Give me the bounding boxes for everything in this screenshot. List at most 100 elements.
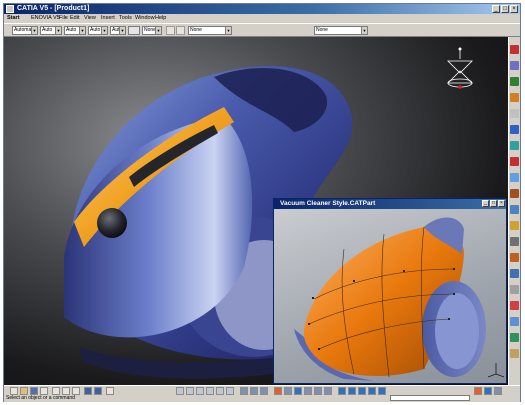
undo-icon[interactable] xyxy=(84,387,92,395)
open-icon[interactable] xyxy=(20,387,28,395)
chevron-down-icon: ▼ xyxy=(31,27,37,34)
view-icon[interactable] xyxy=(196,387,204,395)
view-icon[interactable] xyxy=(186,387,194,395)
chevron-down-icon: ▼ xyxy=(79,27,85,34)
zoom-out-icon[interactable] xyxy=(378,387,386,395)
maximize-icon[interactable]: □ xyxy=(501,5,509,13)
tool-icon[interactable] xyxy=(510,77,519,86)
swap-icon[interactable] xyxy=(484,387,492,395)
render-icon[interactable] xyxy=(304,387,312,395)
rotate-icon[interactable] xyxy=(358,387,366,395)
save-icon[interactable] xyxy=(30,387,38,395)
layer-combo[interactable]: None ▼ xyxy=(142,26,162,35)
color-combo[interactable]: Auto ▼ xyxy=(40,26,62,35)
properties-icon[interactable] xyxy=(176,26,185,35)
tool-icon[interactable] xyxy=(510,333,519,342)
render-icon[interactable] xyxy=(240,387,248,395)
chevron-down-icon: ▼ xyxy=(225,27,231,34)
subwindow-title-bar[interactable]: Vacuum Cleaner Style.CATPart _ □ × xyxy=(274,199,506,209)
zoom-in-icon[interactable] xyxy=(368,387,376,395)
render-icon[interactable] xyxy=(274,387,282,395)
part-subwindow: Vacuum Cleaner Style.CATPart _ □ × xyxy=(273,198,507,384)
workbench-toolbar xyxy=(508,37,520,385)
tool-icon[interactable] xyxy=(510,109,519,118)
hide-show-icon[interactable] xyxy=(474,387,482,395)
menu-start[interactable]: Start xyxy=(7,15,20,21)
properties-toolbar: Automat ▼ Auto ▼ Auto ▼ Auto ▼ Aut ▼ None ▼ No… xyxy=(4,23,520,37)
tool-icon[interactable] xyxy=(510,349,519,358)
render-icon[interactable] xyxy=(250,387,258,395)
chevron-down-icon: ▼ xyxy=(55,27,61,34)
pan-icon[interactable] xyxy=(348,387,356,395)
render-icon[interactable] xyxy=(314,387,322,395)
tool-icon[interactable] xyxy=(510,157,519,166)
fly-icon[interactable] xyxy=(338,387,346,395)
subwindow-close-icon[interactable]: × xyxy=(498,200,505,207)
menu-window[interactable]: Window xyxy=(135,15,155,21)
tool-icon[interactable] xyxy=(510,173,519,182)
linetype-combo[interactable]: Auto ▼ xyxy=(64,26,86,35)
render-icon[interactable] xyxy=(294,387,302,395)
view-icon[interactable] xyxy=(176,387,184,395)
menu-enovia[interactable]: ENOVIA V5 xyxy=(31,15,60,21)
minimize-icon[interactable]: _ xyxy=(492,5,500,13)
tool-icon[interactable] xyxy=(510,141,519,150)
tool-icon[interactable] xyxy=(510,61,519,70)
cut-icon[interactable] xyxy=(52,387,60,395)
command-input[interactable] xyxy=(390,395,470,401)
tool-icon[interactable] xyxy=(510,189,519,198)
thickness-combo[interactable]: Auto ▼ xyxy=(88,26,108,35)
close-icon[interactable]: × xyxy=(510,5,518,13)
menu-bar: Start ENOVIA V5 File Edit View Insert To… xyxy=(4,14,520,23)
view-icon[interactable] xyxy=(216,387,224,395)
tool-icon[interactable] xyxy=(510,125,519,134)
menu-file[interactable]: File xyxy=(59,15,68,21)
print-icon[interactable] xyxy=(40,387,48,395)
new-icon[interactable] xyxy=(10,387,18,395)
subwindow-maximize-icon[interactable]: □ xyxy=(490,200,497,207)
catia-window: CATIA V5 - [Product1] _ □ × Start ENOVIA… xyxy=(3,3,521,402)
menu-insert[interactable]: Insert xyxy=(101,15,115,21)
tool-icon[interactable] xyxy=(510,285,519,294)
part-viewport[interactable] xyxy=(274,209,506,383)
menu-view[interactable]: View xyxy=(84,15,96,21)
point-combo[interactable]: Aut ▼ xyxy=(110,26,126,35)
tool-icon[interactable] xyxy=(510,205,519,214)
menu-edit[interactable]: Edit xyxy=(70,15,79,21)
tool-icon[interactable] xyxy=(510,301,519,310)
line-type-combo[interactable]: Automat ▼ xyxy=(12,26,38,35)
transparency-combo[interactable] xyxy=(128,26,140,35)
render-icon[interactable] xyxy=(324,387,332,395)
tool-icon[interactable] xyxy=(510,93,519,102)
tool-icon[interactable] xyxy=(510,253,519,262)
redo-icon[interactable] xyxy=(94,387,102,395)
render-icon[interactable] xyxy=(260,387,268,395)
status-bar: Select an object or a command xyxy=(4,395,520,402)
menu-help[interactable]: Help xyxy=(155,15,166,21)
view-icon[interactable] xyxy=(226,387,234,395)
tool-icon[interactable] xyxy=(510,237,519,246)
tool-icon[interactable] xyxy=(510,221,519,230)
view-icon[interactable] xyxy=(206,387,214,395)
part-surface-render xyxy=(294,217,505,381)
render-icon[interactable] xyxy=(284,387,292,395)
filter-combo[interactable]: None ▼ xyxy=(188,26,232,35)
compass-icon[interactable] xyxy=(440,45,480,107)
status-prompt: Select an object or a command xyxy=(6,395,75,401)
menu-tools[interactable]: Tools xyxy=(119,15,132,21)
copy-icon[interactable] xyxy=(62,387,70,395)
title-bar[interactable]: CATIA V5 - [Product1] _ □ × xyxy=(4,4,520,14)
normal-view-icon[interactable] xyxy=(494,387,502,395)
subwindow-minimize-icon[interactable]: _ xyxy=(482,200,489,207)
chevron-down-icon: ▼ xyxy=(155,27,161,34)
chevron-down-icon: ▼ xyxy=(101,27,107,34)
painter-icon[interactable] xyxy=(166,26,175,35)
tool-icon[interactable] xyxy=(510,45,519,54)
material-combo[interactable]: None ▼ xyxy=(314,26,368,35)
3d-viewport[interactable]: Vacuum Cleaner Style.CATPart _ □ × xyxy=(4,37,508,385)
help-icon[interactable] xyxy=(106,387,114,395)
tool-icon[interactable] xyxy=(510,317,519,326)
paste-icon[interactable] xyxy=(72,387,80,395)
tool-icon[interactable] xyxy=(510,269,519,278)
window-title: CATIA V5 - [Product1] xyxy=(17,5,90,12)
